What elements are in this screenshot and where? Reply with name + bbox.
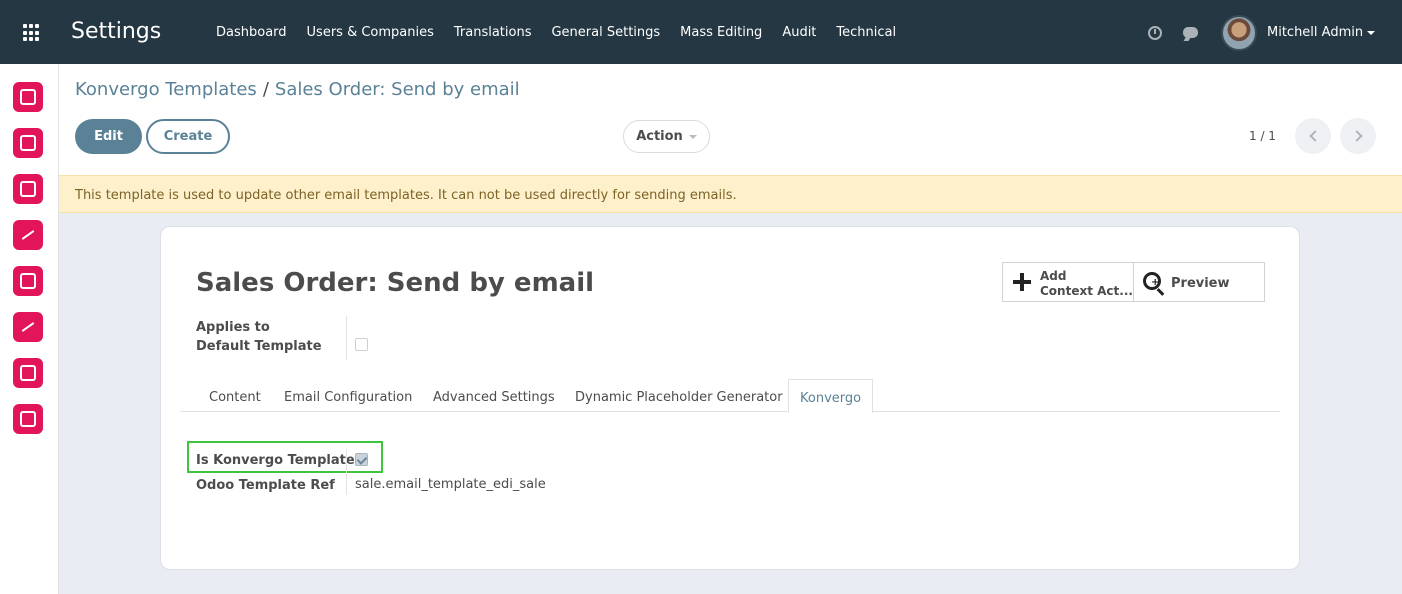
- user-menu-name[interactable]: Mitchell Admin: [1267, 25, 1363, 40]
- sidebar-crm-icon[interactable]: [13, 220, 43, 250]
- sidebar-accounting-icon[interactable]: [13, 266, 43, 296]
- breadcrumb-parent[interactable]: Konvergo Templates: [75, 79, 257, 100]
- apps-menu-icon[interactable]: [23, 24, 41, 42]
- action-dropdown-label: Action: [636, 129, 683, 144]
- search-plus-icon: +: [1143, 272, 1161, 290]
- app-title: Settings: [71, 19, 162, 44]
- menu-item-users-companies[interactable]: Users & Companies: [307, 25, 434, 40]
- template-warning-alert: This template is used to update other em…: [59, 175, 1402, 213]
- pager-value[interactable]: 1 / 1: [1249, 129, 1276, 143]
- breadcrumb-separator: /: [262, 79, 269, 100]
- add-label-line1: Add: [1040, 269, 1067, 283]
- user-avatar[interactable]: [1221, 15, 1257, 51]
- tab-content[interactable]: Content: [209, 379, 261, 412]
- field-divider: [346, 316, 347, 360]
- menu-item-dashboard[interactable]: Dashboard: [216, 25, 287, 40]
- breadcrumb-current: Sales Order: Send by email: [274, 79, 520, 100]
- activity-clock-icon[interactable]: [1148, 26, 1162, 40]
- pager-previous-button[interactable]: [1295, 118, 1331, 154]
- chevron-right-icon: [1350, 130, 1363, 142]
- menu-item-technical[interactable]: Technical: [836, 25, 896, 40]
- add-context-action-label: Add Context Act...: [1040, 269, 1133, 299]
- tab-dynamic-placeholder-generator[interactable]: Dynamic Placeholder Generator: [575, 379, 783, 412]
- record-title: Sales Order: Send by email: [196, 268, 595, 298]
- menu-item-audit[interactable]: Audit: [782, 25, 816, 40]
- sidebar-contacts-icon[interactable]: [13, 174, 43, 204]
- plus-icon: [1013, 273, 1031, 291]
- is-konvergo-template-label: Is Konvergo Template: [196, 453, 355, 468]
- edit-button[interactable]: Edit: [75, 119, 142, 154]
- menu-item-translations[interactable]: Translations: [454, 25, 532, 40]
- applies-to-label: Applies to Default Template: [196, 318, 322, 356]
- preview-button[interactable]: + Preview: [1133, 262, 1265, 302]
- tab-konvergo[interactable]: Konvergo: [788, 379, 874, 413]
- create-button[interactable]: Create: [146, 119, 230, 154]
- messaging-chat-icon[interactable]: [1183, 27, 1198, 38]
- top-menu: Dashboard Users & Companies Translations…: [216, 25, 916, 40]
- sidebar-calendar-icon[interactable]: [13, 128, 43, 158]
- add-context-action-button[interactable]: Add Context Act...: [1002, 262, 1134, 302]
- action-dropdown[interactable]: Action: [623, 120, 710, 153]
- menu-item-mass-editing[interactable]: Mass Editing: [680, 25, 762, 40]
- top-navbar: Settings Dashboard Users & Companies Tra…: [0, 0, 1402, 64]
- applies-to-default-template-checkbox[interactable]: [355, 338, 368, 351]
- chevron-left-icon: [1308, 130, 1321, 142]
- action-caret-icon: [688, 134, 697, 139]
- field-divider: [346, 449, 347, 495]
- odoo-template-ref-label: Odoo Template Ref: [196, 478, 335, 493]
- tab-email-configuration[interactable]: Email Configuration: [284, 379, 412, 412]
- add-label-line2: Context Act...: [1040, 284, 1133, 298]
- notebook-tabs: Content Email Configuration Advanced Set…: [180, 379, 1280, 413]
- preview-label: Preview: [1171, 276, 1230, 291]
- pager-next-button[interactable]: [1340, 118, 1376, 154]
- user-menu-caret-icon[interactable]: [1367, 31, 1375, 35]
- sidebar-settings-icon[interactable]: [13, 404, 43, 434]
- applies-to-label-line2: Default Template: [196, 339, 322, 354]
- is-konvergo-template-checkbox[interactable]: [355, 453, 368, 466]
- breadcrumb: Konvergo Templates / Sales Order: Send by …: [75, 79, 520, 100]
- menu-item-general-settings[interactable]: General Settings: [551, 25, 660, 40]
- tab-advanced-settings[interactable]: Advanced Settings: [433, 379, 555, 412]
- sidebar-dashboard-icon[interactable]: [13, 312, 43, 342]
- sidebar-discuss-icon[interactable]: [13, 82, 43, 112]
- odoo-template-ref-value: sale.email_template_edi_sale: [355, 477, 546, 492]
- applies-to-label-line1: Applies to: [196, 320, 270, 335]
- app-sidebar: [0, 64, 59, 594]
- sidebar-sales-icon[interactable]: [13, 358, 43, 388]
